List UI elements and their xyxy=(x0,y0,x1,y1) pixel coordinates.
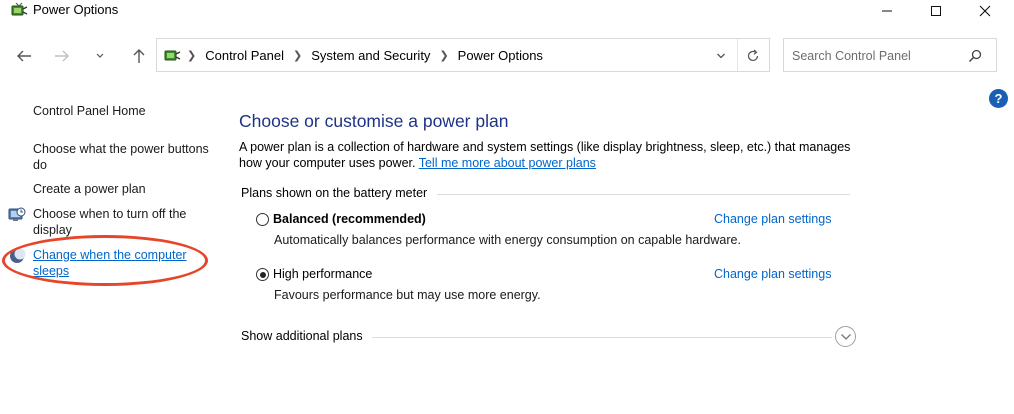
monitor-clock-icon xyxy=(8,206,26,224)
maximize-icon[interactable] xyxy=(913,0,959,22)
page-description: A power plan is a collection of hardware… xyxy=(239,139,869,171)
search-input[interactable] xyxy=(792,47,962,65)
help-icon[interactable]: ? xyxy=(989,89,1008,108)
power-options-icon xyxy=(10,2,28,18)
search-box[interactable] xyxy=(783,38,997,72)
plans-section-label: Plans shown on the battery meter xyxy=(241,186,428,200)
breadcrumb-system-and-security[interactable]: System and Security xyxy=(311,48,430,63)
sidebar-item-power-buttons[interactable]: Choose what the power buttons do xyxy=(33,141,213,173)
breadcrumb-separator-icon[interactable]: ❯ xyxy=(439,49,448,62)
minimize-icon[interactable] xyxy=(864,0,910,22)
sidebar-item-create-plan[interactable]: Create a power plan xyxy=(33,181,213,197)
recent-locations-chevron-icon[interactable] xyxy=(89,46,111,66)
breadcrumb: ❯ Control Panel ❯ System and Security ❯ … xyxy=(185,48,543,63)
back-arrow-icon[interactable] xyxy=(13,46,35,66)
plan-radio-balanced[interactable] xyxy=(256,213,269,226)
window-title: Power Options xyxy=(33,2,119,17)
address-bar[interactable]: ❯ Control Panel ❯ System and Security ❯ … xyxy=(156,38,770,72)
address-dropdown-chevron-icon[interactable] xyxy=(711,48,731,64)
sidebar-item-control-panel-home[interactable]: Control Panel Home xyxy=(33,103,213,119)
highlight-annotation xyxy=(2,235,208,286)
plan-description: Automatically balances performance with … xyxy=(274,233,741,247)
page-title: Choose or customise a power plan xyxy=(239,111,509,131)
section-divider xyxy=(372,337,832,338)
search-icon[interactable] xyxy=(967,48,983,64)
show-additional-plans-label[interactable]: Show additional plans xyxy=(241,329,363,343)
learn-more-link[interactable]: Tell me more about power plans xyxy=(419,156,596,170)
plan-name[interactable]: Balanced (recommended) xyxy=(273,212,426,226)
up-arrow-icon[interactable] xyxy=(128,46,150,66)
plan-description: Favours performance but may use more ene… xyxy=(274,288,541,302)
address-divider xyxy=(737,39,738,71)
plan-radio-high-performance[interactable] xyxy=(256,268,269,281)
section-divider xyxy=(437,194,850,195)
sidebar-item-turn-off-display[interactable]: Choose when to turn off the display xyxy=(33,206,213,238)
breadcrumb-control-panel[interactable]: Control Panel xyxy=(205,48,284,63)
change-plan-settings-link[interactable]: Change plan settings xyxy=(714,267,831,281)
title-bar: Power Options xyxy=(0,0,1014,34)
navigation-bar: ❯ Control Panel ❯ System and Security ❯ … xyxy=(0,36,1014,76)
close-icon[interactable] xyxy=(962,0,1008,22)
breadcrumb-separator-icon[interactable]: ❯ xyxy=(293,49,302,62)
control-panel-icon xyxy=(163,47,181,63)
plan-name[interactable]: High performance xyxy=(273,267,372,281)
breadcrumb-power-options[interactable]: Power Options xyxy=(458,48,543,63)
forward-arrow-icon[interactable] xyxy=(51,46,73,66)
change-plan-settings-link[interactable]: Change plan settings xyxy=(714,212,831,226)
refresh-icon[interactable] xyxy=(743,47,763,65)
breadcrumb-separator-icon[interactable]: ❯ xyxy=(187,49,196,62)
expand-chevron-icon[interactable] xyxy=(835,326,856,347)
